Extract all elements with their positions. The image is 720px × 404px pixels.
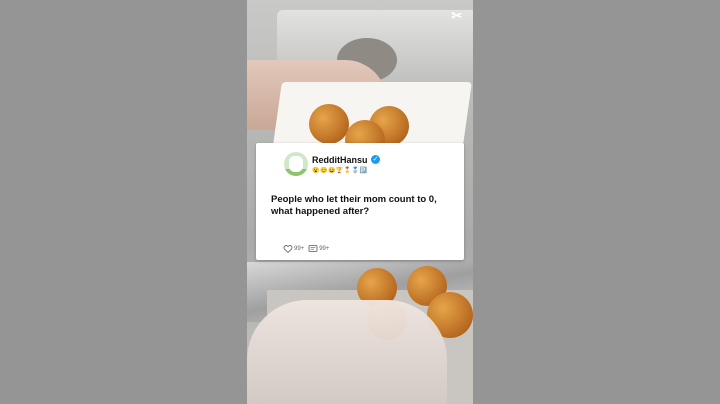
post-title: People who let their mom count to 0, wha… (271, 194, 437, 217)
post-actions: 99+ 99+ (283, 244, 329, 254)
like-button[interactable]: 99+ (283, 244, 304, 254)
left-letterbox (0, 0, 247, 404)
like-count: 99+ (294, 246, 305, 252)
fried-ball (309, 104, 349, 144)
username: RedditHansu (312, 155, 368, 165)
avatar (284, 152, 308, 176)
right-letterbox (473, 0, 720, 404)
dog-avatar-icon (289, 156, 303, 172)
reddit-post-card: RedditHansu ✓ 😮😊😄🏆🎖️🥈🅿️ People who let t… (256, 143, 464, 260)
heart-icon (283, 245, 293, 254)
comment-icon (308, 245, 318, 252)
verified-icon: ✓ (371, 155, 380, 164)
award-badges: 😮😊😄🏆🎖️🥈🅿️ (312, 168, 368, 174)
comment-button[interactable]: 99+ (308, 244, 329, 254)
gloved-hand (247, 300, 447, 404)
capcut-logo-icon: ✂ (451, 8, 463, 23)
comment-count: 99+ (319, 246, 330, 252)
